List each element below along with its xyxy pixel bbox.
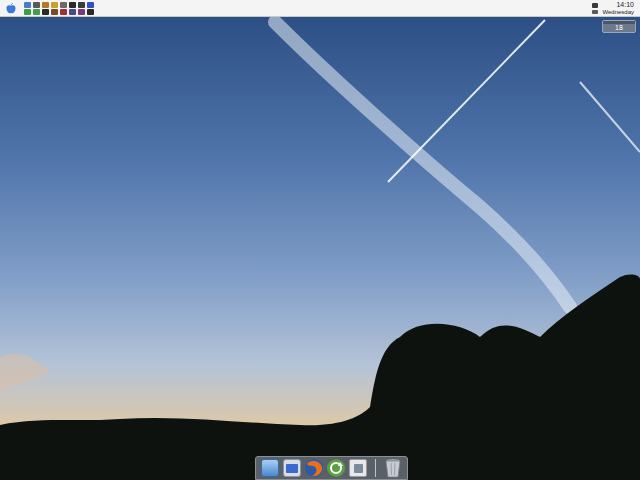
dock: [255, 456, 408, 480]
tray-icon[interactable]: [87, 2, 94, 8]
dock-separator: [375, 459, 376, 477]
tray-icon[interactable]: [78, 9, 85, 15]
sync-icon[interactable]: [326, 458, 346, 478]
network-icon[interactable]: [592, 10, 598, 14]
desktop: 14:10Wednesday 18: [0, 0, 640, 480]
finder-icon[interactable]: [261, 459, 279, 477]
tray-row: [24, 2, 94, 8]
clock[interactable]: 14:10Wednesday: [592, 1, 634, 16]
speaker-icon[interactable]: [592, 3, 598, 8]
dock-item[interactable]: [282, 458, 302, 478]
date-widget[interactable]: 18: [602, 20, 636, 33]
tray-icon[interactable]: [78, 2, 85, 8]
menu-bar: 14:10Wednesday: [0, 0, 640, 17]
tray-icon[interactable]: [60, 9, 67, 15]
tray-icon[interactable]: [69, 2, 76, 8]
tray-row: [24, 9, 94, 15]
tray-icon[interactable]: [69, 9, 76, 15]
mac-icon[interactable]: [283, 459, 301, 477]
dock-item[interactable]: [260, 458, 280, 478]
apple-icon[interactable]: [6, 3, 16, 14]
date-widget-day: 18: [603, 24, 635, 32]
tray-icon[interactable]: [33, 9, 40, 15]
clock-day: Wednesday: [602, 9, 634, 16]
tray: [24, 2, 94, 15]
dock-item[interactable]: [383, 458, 403, 478]
tray-icon[interactable]: [33, 2, 40, 8]
tray-icon[interactable]: [51, 2, 58, 8]
dock-item[interactable]: [326, 458, 346, 478]
wallpaper-photo: [0, 17, 640, 480]
trash-icon[interactable]: [385, 458, 401, 478]
preview-icon[interactable]: [349, 459, 367, 477]
dock-item[interactable]: [348, 458, 368, 478]
firefox-icon[interactable]: [304, 458, 324, 478]
wallpaper: [0, 17, 640, 480]
tray-icon[interactable]: [51, 9, 58, 15]
tray-icon[interactable]: [42, 9, 49, 15]
tray-icon[interactable]: [24, 2, 31, 8]
tray-icon[interactable]: [87, 9, 94, 15]
tray-icon[interactable]: [42, 2, 49, 8]
dock-item[interactable]: [304, 458, 324, 478]
clock-time: 14:10: [616, 1, 634, 9]
tray-icon[interactable]: [24, 9, 31, 15]
tray-icon[interactable]: [60, 2, 67, 8]
